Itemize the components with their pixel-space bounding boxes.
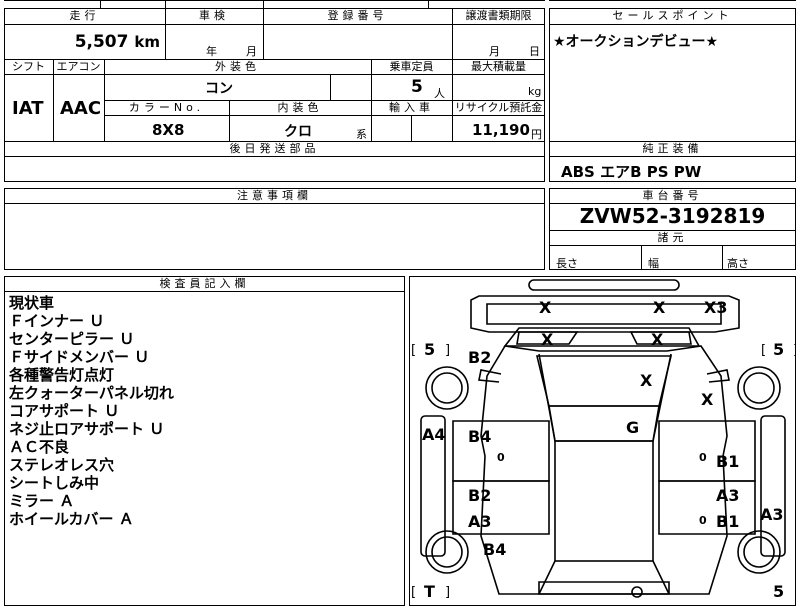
- mark-right-rear-door-2: B1: [716, 512, 740, 531]
- interior-value: クロ: [284, 124, 312, 140]
- mark-left-pillar: A4: [422, 425, 446, 444]
- mark-left-rear-door: B2: [468, 486, 492, 505]
- inspector-notes: 現状車 Ｆインナー Ｕ センターピラー Ｕ Ｆサイドメンバー Ｕ 各種警告灯点灯…: [9, 294, 399, 528]
- registration-label: 登録番号: [327, 9, 388, 22]
- mark-rear-right: 5: [773, 582, 785, 601]
- note-line: ＡＣ不良: [9, 438, 70, 456]
- svg-text:]: ]: [445, 585, 450, 600]
- note-line: ステレオレス穴: [9, 456, 115, 474]
- caution-label: 注意事項欄: [237, 189, 312, 202]
- transfer-label: 譲渡書類期限: [465, 9, 532, 22]
- note-line: ホイールカバー Ａ: [9, 510, 134, 528]
- length-label: 長さ: [556, 257, 578, 270]
- equipment-value: ABS エアB PS PW: [561, 163, 702, 181]
- note-line: ネジ止ロアサポート Ｕ: [9, 420, 165, 438]
- note-line: Ｆサイドメンバー Ｕ: [9, 348, 150, 366]
- shift-value: IAT: [12, 98, 44, 119]
- note-line: シートしみ中: [9, 474, 100, 492]
- mark-left-small-1: 0: [497, 451, 505, 464]
- mark-rear-left: T: [424, 582, 435, 601]
- maxload-label: 最大積載量: [471, 60, 526, 73]
- capacity-unit: 人: [434, 87, 445, 100]
- parts-label: 後日発送部品: [229, 142, 320, 155]
- interior-unit: 系: [356, 128, 367, 141]
- note-line: 左クォーターパネル切れ: [9, 384, 174, 402]
- mark-right-fender-x: X: [701, 390, 714, 409]
- mark-right-rear-door: A3: [716, 486, 740, 505]
- exterior-label: 外装色: [215, 60, 260, 73]
- inspection-month: 月: [246, 45, 257, 58]
- import-label: 輸入車: [389, 101, 434, 114]
- mileage-label: 走行: [69, 9, 100, 22]
- ac-label: エアコン: [56, 60, 101, 73]
- note-line: センターピラー Ｕ: [9, 330, 135, 348]
- capacity-value: 5: [411, 77, 423, 97]
- colorno-value: 8X8: [152, 121, 185, 139]
- exterior-value: コン: [205, 81, 233, 97]
- mark-left-rear-door-2: A3: [468, 512, 492, 531]
- mark-left-wheel-front: 5: [424, 340, 436, 359]
- chassis-label: 車台番号: [642, 189, 703, 202]
- mark-left-fender: B2: [468, 348, 492, 367]
- sales-point-text: ★オークションデビュー★: [553, 34, 719, 50]
- capacity-label: 乗車定員: [389, 60, 434, 73]
- mark-front-x3: X3: [704, 298, 728, 317]
- recycle-label: リサイクル預託金: [454, 101, 543, 114]
- mark-right-quarter: A3: [760, 505, 784, 524]
- note-line: ミラー Ａ: [9, 492, 75, 510]
- mark-right-wheel-front: 5: [773, 340, 785, 359]
- recycle-value: 11,190: [472, 121, 530, 139]
- svg-text:]: ]: [793, 343, 796, 358]
- mark-left-quarter: B4: [483, 540, 507, 559]
- note-line: Ｆインナー Ｕ: [9, 312, 105, 330]
- mark-windshield-x: X: [640, 371, 653, 390]
- note-line: 現状車: [9, 294, 55, 312]
- mark-hood-x2: X: [651, 330, 664, 349]
- svg-text:[: [: [411, 585, 416, 600]
- ac-value: AAC: [60, 98, 102, 119]
- equipment-label: 純正装備: [642, 142, 703, 155]
- note-line: コアサポート Ｕ: [9, 402, 120, 420]
- svg-text:]: ]: [445, 343, 450, 358]
- mark-right-small-2: 0: [699, 514, 707, 527]
- transfer-month: 月: [489, 45, 500, 58]
- mileage-value: 5,507 km: [74, 32, 160, 52]
- inspection-label: 車検: [199, 9, 229, 22]
- inspection-year: 年: [206, 45, 217, 58]
- svg-text:[: [: [411, 343, 416, 358]
- mark-right-front-door: B1: [716, 452, 740, 471]
- svg-text:[: [: [761, 343, 766, 358]
- note-line: 各種警告灯点灯: [9, 366, 115, 384]
- mark-roof: G: [626, 418, 640, 437]
- mark-left-front-door: B4: [468, 427, 492, 446]
- interior-label: 内装色: [277, 101, 323, 114]
- shift-label: シフト: [12, 60, 45, 73]
- transfer-day: 日: [529, 45, 540, 58]
- maxload-unit: kg: [528, 85, 542, 98]
- mark-hood-x1: X: [541, 330, 554, 349]
- sales-point-label: セールスポイント: [612, 9, 733, 22]
- mark-right-small-1: 0: [699, 451, 707, 464]
- inspector-label: 検査員記入欄: [159, 277, 250, 290]
- height-label: 高さ: [727, 257, 749, 270]
- colorno-label: カラーNo.: [128, 101, 205, 114]
- mark-front-x2: X: [653, 298, 666, 317]
- recycle-unit: 円: [531, 128, 542, 141]
- chassis-number: ZVW52-3192819: [579, 204, 766, 228]
- mark-front-x1: X: [539, 298, 552, 317]
- dims-label: 諸元: [657, 231, 688, 244]
- width-label: 幅: [648, 257, 659, 270]
